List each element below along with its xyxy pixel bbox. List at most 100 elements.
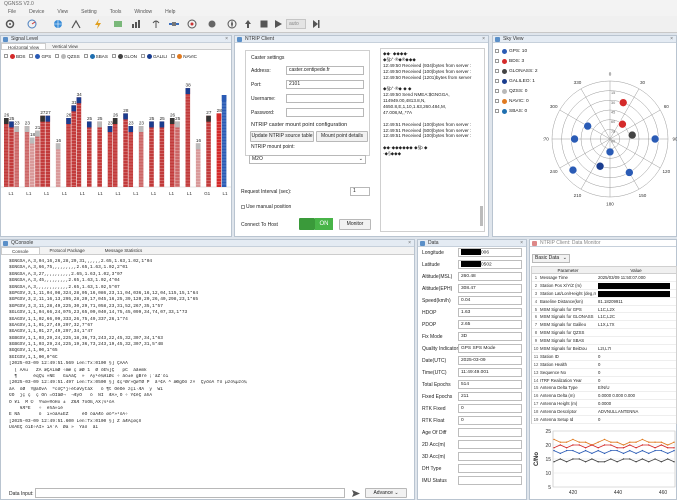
password-input[interactable]: [286, 108, 364, 117]
constellation-count-item[interactable]: GLONASS: 2: [495, 66, 543, 76]
connect-on-toggle[interactable]: ON: [315, 218, 333, 230]
menu-tools[interactable]: Tools: [110, 9, 122, 15]
legend-checkbox[interactable]: [4, 54, 8, 58]
data-field-value[interactable]: [458, 440, 522, 449]
close-icon[interactable]: ×: [482, 36, 485, 43]
constellation-checkbox[interactable]: [495, 89, 499, 93]
close-icon[interactable]: ×: [225, 36, 228, 43]
tab-message-statistics[interactable]: Message Statistics: [95, 247, 153, 254]
map-icon[interactable]: [112, 18, 124, 30]
gauge-icon[interactable]: [26, 18, 38, 30]
data-field-value[interactable]: 308.47: [458, 284, 522, 293]
globe-icon[interactable]: [52, 18, 64, 30]
data-field-value[interactable]: 0: [458, 416, 522, 425]
upload-icon[interactable]: [242, 18, 254, 30]
constellation-checkbox[interactable]: [495, 79, 499, 83]
menu-setting[interactable]: Setting: [81, 9, 97, 15]
constellation-count-item[interactable]: NAVIC: 0: [495, 96, 543, 106]
data-field-value[interactable]: [458, 476, 522, 485]
update-source-table-button[interactable]: Update NTRIP source table: [250, 131, 314, 142]
constellation-count-item[interactable]: GALILEO: 1: [495, 76, 543, 86]
legend-checkbox[interactable]: [171, 54, 176, 58]
constellation-count-item[interactable]: BDS: 3: [495, 56, 543, 66]
advance-button[interactable]: Advance ⌄: [365, 488, 407, 498]
data-field-value[interactable]: 3D: [458, 332, 522, 341]
data-field-value[interactable]: 211: [458, 392, 522, 401]
legend-item-navic[interactable]: NAVIC: [171, 53, 197, 59]
mount-point-select[interactable]: M2O ⌄: [249, 155, 366, 164]
legend-item-glon[interactable]: GLON: [111, 53, 137, 59]
gear-icon[interactable]: [4, 18, 16, 30]
data-field-value[interactable]: 2.65: [458, 320, 522, 329]
compass-icon[interactable]: [226, 18, 238, 30]
step-forward-icon[interactable]: [310, 18, 322, 30]
data-field-value[interactable]: 0502: [458, 260, 522, 269]
data-field-value[interactable]: 260.48: [458, 272, 522, 281]
manual-position-option[interactable]: Use manual position: [241, 204, 291, 210]
data-field-value[interactable]: 1.63: [458, 308, 522, 317]
address-input[interactable]: caster.centipede.fr: [286, 66, 364, 75]
menu-help[interactable]: Help: [165, 9, 175, 15]
play-icon[interactable]: [272, 18, 284, 30]
request-interval-input[interactable]: 1: [350, 187, 370, 196]
constellation-count-item[interactable]: QZSS: 0: [495, 86, 543, 96]
data-field-value[interactable]: 0: [458, 404, 522, 413]
legend-item-gps[interactable]: GPS: [29, 53, 51, 59]
port-input[interactable]: 2101: [286, 80, 364, 89]
data-field-value[interactable]: 0.04: [458, 296, 522, 305]
bar-chart-icon[interactable]: [130, 18, 142, 30]
constellation-checkbox[interactable]: [495, 59, 499, 63]
satellite-icon[interactable]: [168, 18, 180, 30]
tab-protocol-package[interactable]: Protocol Package: [40, 247, 95, 254]
manual-position-checkbox[interactable]: [241, 204, 245, 209]
constellation-count-item[interactable]: GPS: 10: [495, 46, 543, 56]
close-icon[interactable]: ×: [520, 240, 523, 247]
legend-checkbox[interactable]: [55, 54, 60, 58]
data-field-value[interactable]: 006: [458, 248, 522, 257]
ntrip-log-scrollbar[interactable]: [480, 206, 483, 226]
record-icon[interactable]: [206, 18, 218, 30]
username-input[interactable]: [286, 94, 364, 103]
send-icon[interactable]: [350, 488, 362, 498]
stop-icon[interactable]: [258, 18, 270, 30]
target-icon[interactable]: [186, 18, 198, 30]
tab-vertical-view[interactable]: Vertical View: [46, 43, 84, 49]
antenna-icon[interactable]: [150, 18, 162, 30]
data-field-value[interactable]: 11:49:49.001: [458, 368, 522, 377]
close-icon[interactable]: ×: [408, 240, 411, 247]
legend-checkbox[interactable]: [111, 54, 116, 58]
lightning-icon[interactable]: [92, 18, 104, 30]
monitor-button[interactable]: Monitor: [339, 219, 371, 230]
data-field-value[interactable]: [458, 464, 522, 473]
legend-checkbox[interactable]: [29, 54, 34, 58]
mount-point-details-button[interactable]: Mount point details: [316, 131, 368, 142]
data-field-value[interactable]: 2025-03-09: [458, 356, 522, 365]
data-field-value[interactable]: [458, 428, 522, 437]
legend-checkbox[interactable]: [140, 54, 145, 58]
constellation-checkbox[interactable]: [495, 109, 499, 113]
data-field-value[interactable]: 514: [458, 380, 522, 389]
monitor-mode-select[interactable]: Basic Data ⌄: [532, 254, 570, 263]
menu-view[interactable]: View: [57, 9, 68, 15]
menu-device[interactable]: Device: [29, 9, 44, 15]
tab-horizontal-view[interactable]: Horizontal View: [1, 43, 47, 50]
tab-console[interactable]: Console: [1, 247, 40, 254]
constellation-checkbox[interactable]: [495, 49, 499, 53]
constellation-count-item[interactable]: SBAS: 0: [495, 106, 543, 116]
legend-checkbox[interactable]: [83, 54, 88, 58]
close-icon[interactable]: ×: [670, 36, 673, 43]
menu-window[interactable]: Window: [134, 9, 152, 15]
route-icon[interactable]: [70, 18, 82, 30]
legend-item-sbas[interactable]: SBAS: [83, 53, 108, 59]
speed-field[interactable]: auto: [286, 19, 306, 29]
data-input-field[interactable]: [35, 488, 345, 498]
constellation-checkbox[interactable]: [495, 69, 499, 73]
data-field-value[interactable]: GPS SPS Mode: [458, 344, 522, 353]
connect-toggle-knob[interactable]: [299, 218, 315, 230]
menu-file[interactable]: File: [8, 9, 16, 15]
legend-item-qzss[interactable]: QZSS: [55, 53, 80, 59]
data-field-value[interactable]: [458, 452, 522, 461]
legend-item-galili[interactable]: GALILI: [140, 53, 167, 59]
legend-item-bds[interactable]: BDS: [4, 53, 25, 59]
constellation-checkbox[interactable]: [495, 99, 499, 103]
